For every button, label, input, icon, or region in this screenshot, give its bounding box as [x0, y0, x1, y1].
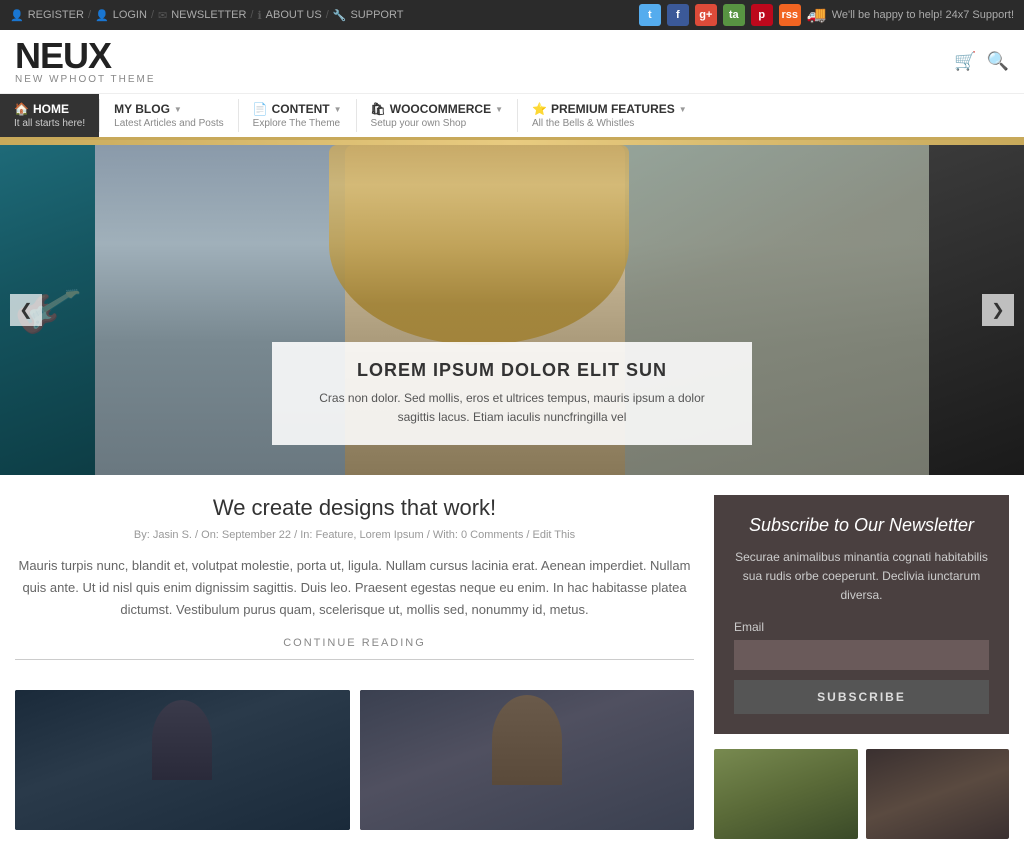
home-nav-icon: 🏠 — [14, 102, 29, 116]
slider-next-button[interactable]: ❯ — [982, 294, 1014, 326]
thumbnail-grid — [15, 690, 694, 830]
nav-item-premium[interactable]: ⭐ PREMIUM FEATURES ▼ All the Bells & Whi… — [518, 94, 701, 137]
slider-text: Cras non dolor. Sed mollis, eros et ultr… — [302, 389, 722, 427]
woo-nav-icon: 🛍 — [371, 102, 386, 116]
site-header: NEUX NEW WPHOOT THEME 🛒 🔍 — [0, 30, 1024, 94]
login-icon: 👤 — [95, 9, 109, 22]
content-area: We create designs that work! By: Jasin S… — [15, 495, 694, 839]
register-link[interactable]: REGISTER — [28, 9, 84, 21]
logo-subtitle: NEW WPHOOT THEME — [15, 74, 156, 85]
newsletter-title: Subscribe to Our Newsletter — [734, 515, 989, 536]
email-label: Email — [734, 620, 989, 634]
blog-post: We create designs that work! By: Jasin S… — [15, 495, 694, 660]
support-icon: 🔧 — [333, 9, 347, 22]
tripadvisor-icon[interactable]: ta — [723, 4, 745, 26]
nav-item-content[interactable]: 📄 CONTENT ▼ Explore The Theme — [239, 94, 356, 137]
sidebar-thumbnails — [714, 749, 1009, 839]
nav-item-home[interactable]: 🏠 HOME It all starts here! — [0, 94, 99, 137]
twitter-icon[interactable]: t — [639, 4, 661, 26]
rss-icon[interactable]: rss — [779, 4, 801, 26]
aboutus-link[interactable]: ABOUT US — [266, 9, 322, 21]
support-text: 🚚 We'll be happy to help! 24x7 Support! — [807, 5, 1014, 25]
blog-arrow-icon: ▼ — [174, 105, 182, 114]
content-nav-icon: 📄 — [253, 102, 268, 116]
slider-side-left: 🎸 ❮ — [0, 145, 95, 475]
newsletter-box: Subscribe to Our Newsletter Securae anim… — [714, 495, 1009, 734]
newsletter-desc: Securae animalibus minantia cognati habi… — [734, 548, 989, 606]
facebook-icon[interactable]: f — [667, 4, 689, 26]
slider-caption: LOREM IPSUM DOLOR ELIT SUN Cras non dolo… — [272, 342, 752, 445]
content-arrow-icon: ▼ — [334, 105, 342, 114]
truck-icon: 🚚 — [807, 5, 827, 25]
thumb-1[interactable] — [15, 690, 350, 830]
main-nav: 🏠 HOME It all starts here! MY BLOG ▼ Lat… — [0, 94, 1024, 140]
slider-prev-button[interactable]: ❮ — [10, 294, 42, 326]
search-icon[interactable]: 🔍 — [987, 51, 1009, 72]
main-area: We create designs that work! By: Jasin S… — [0, 475, 1024, 859]
support-link[interactable]: SUPPORT — [350, 9, 403, 21]
continue-reading-link[interactable]: CONTINUE READING — [15, 637, 694, 660]
newsletter-link[interactable]: NEWSLETTER — [171, 9, 246, 21]
cart-icon[interactable]: 🛒 — [954, 51, 976, 72]
header-icons: 🛒 🔍 — [954, 51, 1009, 72]
subscribe-button[interactable]: SUBSCRIBE — [734, 680, 989, 714]
post-meta: By: Jasin S. / On: September 22 / In: Fe… — [15, 529, 694, 541]
nav-item-blog[interactable]: MY BLOG ▼ Latest Articles and Posts — [100, 94, 238, 137]
nav-item-woocommerce[interactable]: 🛍 WOOCOMMERCE ▼ Setup your own Shop — [357, 94, 517, 137]
slider-title: LOREM IPSUM DOLOR ELIT SUN — [302, 360, 722, 381]
newsletter-icon: ✉ — [158, 9, 167, 22]
email-input[interactable] — [734, 640, 989, 670]
top-bar-links: 👤 REGISTER / 👤 LOGIN / ✉ NEWSLETTER / ℹ … — [10, 9, 403, 22]
top-bar: 👤 REGISTER / 👤 LOGIN / ✉ NEWSLETTER / ℹ … — [0, 0, 1024, 30]
post-title: We create designs that work! — [15, 495, 694, 521]
slider-side-right: ❯ — [929, 145, 1024, 475]
login-link[interactable]: LOGIN — [113, 9, 147, 21]
slider-main: LOREM IPSUM DOLOR ELIT SUN Cras non dolo… — [95, 145, 929, 475]
pinterest-icon[interactable]: p — [751, 4, 773, 26]
woo-arrow-icon: ▼ — [495, 105, 503, 114]
thumb-2[interactable] — [360, 690, 695, 830]
sidebar: Subscribe to Our Newsletter Securae anim… — [714, 495, 1009, 839]
aboutus-icon: ℹ — [257, 9, 261, 22]
googleplus-icon[interactable]: g+ — [695, 4, 717, 26]
logo[interactable]: NEUX NEW WPHOOT THEME — [15, 38, 156, 85]
register-icon: 👤 — [10, 9, 24, 22]
sidebar-thumb-1[interactable] — [714, 749, 858, 839]
top-bar-right: t f g+ ta p rss 🚚 We'll be happy to help… — [639, 4, 1014, 26]
premium-arrow-icon: ▼ — [679, 105, 687, 114]
premium-nav-icon: ⭐ — [532, 102, 547, 116]
slider: 🎸 ❮ LOREM IPSUM DOLOR ELIT SUN Cras non … — [0, 145, 1024, 475]
logo-title: NEUX — [15, 38, 156, 74]
sidebar-thumb-2[interactable] — [866, 749, 1010, 839]
post-body: Mauris turpis nunc, blandit et, volutpat… — [15, 555, 694, 621]
